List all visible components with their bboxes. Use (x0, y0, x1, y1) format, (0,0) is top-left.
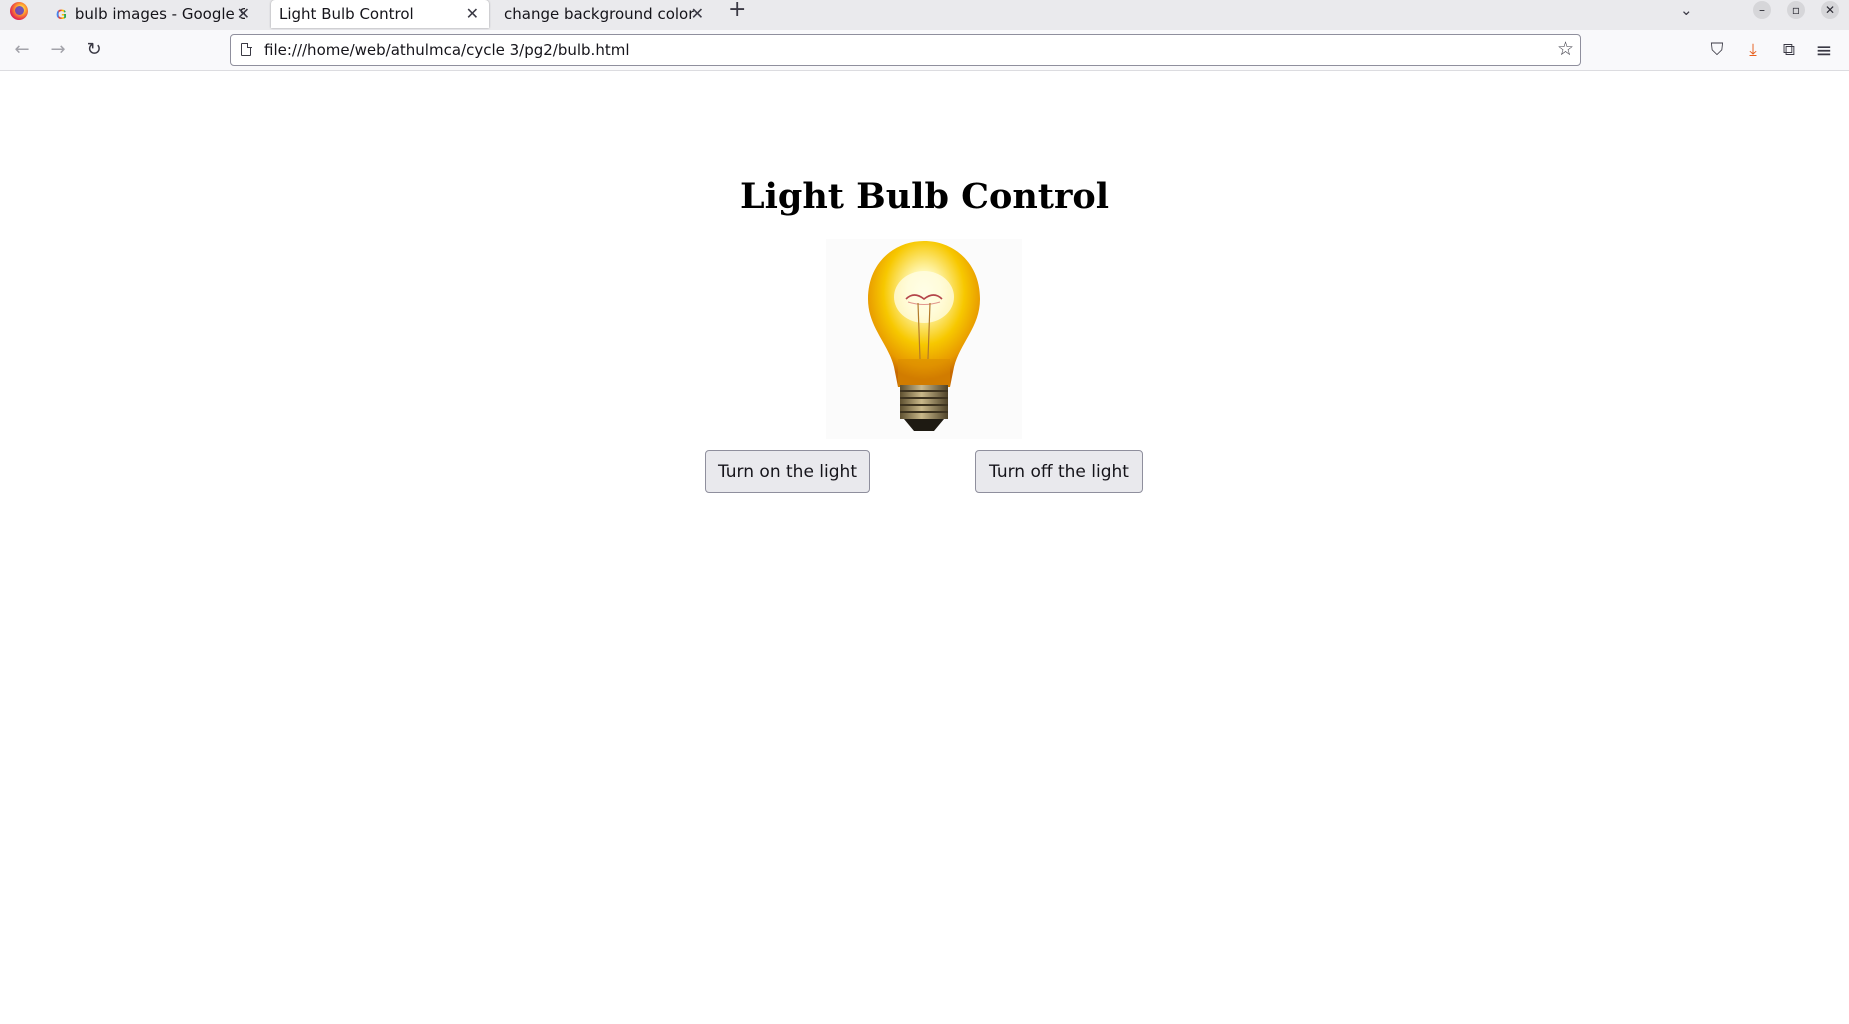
tab-close-icon[interactable]: ✕ (691, 4, 704, 23)
restore-window-button[interactable]: ▫ (1787, 1, 1805, 19)
turn-off-light-button[interactable]: Turn off the light (975, 450, 1143, 493)
light-bulb-icon (868, 241, 980, 431)
page-content: Light Bulb Control Turn on the light Tur… (0, 71, 1849, 1024)
forward-arrow-icon[interactable]: → (47, 39, 69, 61)
new-tab-button[interactable]: + (728, 0, 746, 21)
pocket-icon[interactable]: ⛉ (1706, 39, 1728, 61)
address-bar[interactable]: file:///home/web/athulmca/cycle 3/pg2/bu… (230, 34, 1581, 66)
page-icon (241, 42, 252, 56)
tab-close-icon[interactable]: ✕ (466, 4, 479, 23)
google-favicon-icon: G (56, 6, 67, 22)
tab-strip: G bulb images - Google Sea ✕ Light Bulb … (0, 0, 1849, 30)
browser-window: G bulb images - Google Sea ✕ Light Bulb … (0, 0, 1849, 1024)
reload-icon[interactable]: ↻ (83, 39, 105, 61)
downloads-icon[interactable]: ⤓ (1742, 39, 1764, 61)
tab-close-icon[interactable]: ✕ (237, 4, 250, 23)
tab-google-search[interactable]: G bulb images - Google Sea ✕ (42, 0, 260, 28)
extensions-icon[interactable]: ⧉ (1778, 39, 1800, 61)
hamburger-menu-icon[interactable]: ≡ (1813, 39, 1835, 61)
tab-label: change background color (504, 5, 695, 23)
light-bulb-image (826, 239, 1022, 439)
url-text[interactable]: file:///home/web/athulmca/cycle 3/pg2/bu… (264, 41, 630, 59)
close-window-button[interactable]: ✕ (1821, 1, 1839, 19)
minimize-window-button[interactable]: – (1753, 1, 1771, 19)
tab-light-bulb-control[interactable]: Light Bulb Control ✕ (271, 0, 489, 28)
bookmark-star-icon[interactable]: ☆ (1557, 38, 1574, 60)
back-arrow-icon[interactable]: ← (11, 39, 33, 61)
tab-label: bulb images - Google Sea (74, 5, 245, 23)
turn-on-light-button[interactable]: Turn on the light (705, 450, 870, 493)
firefox-logo-icon[interactable] (10, 2, 28, 20)
tab-label: Light Bulb Control (279, 5, 414, 23)
list-all-tabs-icon[interactable]: ⌄ (1680, 1, 1693, 19)
tab-change-background-color[interactable]: change background color ✕ (496, 0, 714, 28)
navigation-toolbar: ← → ↻ file:///home/web/athulmca/cycle 3/… (0, 30, 1849, 71)
page-title: Light Bulb Control (739, 176, 1110, 217)
